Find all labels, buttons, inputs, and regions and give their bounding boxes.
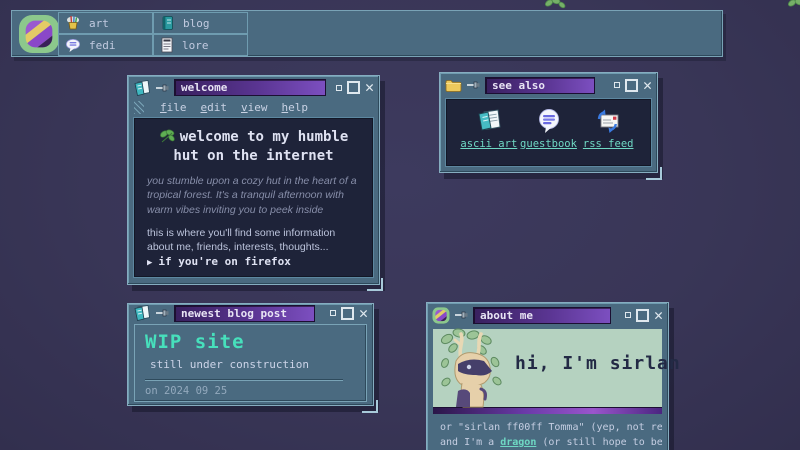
folder-icon <box>445 78 462 93</box>
window-newest-blog-post: newest blog post ✕ WIP site still under … <box>127 303 374 406</box>
speech-bubble-icon <box>65 38 81 53</box>
paint-cup-icon <box>65 15 81 31</box>
maximize-button[interactable] <box>341 307 354 320</box>
notepad-icon <box>133 304 151 322</box>
details-arrow-icon: ▶ <box>147 258 152 268</box>
see-also-titlebar[interactable]: see also ✕ <box>440 73 657 97</box>
pin-icon[interactable] <box>156 308 169 318</box>
leaf-decoration <box>786 0 800 11</box>
maximize-button[interactable] <box>636 309 649 322</box>
resize-handle[interactable] <box>646 167 662 180</box>
minimize-button[interactable] <box>330 310 336 316</box>
resize-handle[interactable] <box>367 278 383 291</box>
rss-feed-icon <box>595 108 622 134</box>
nav-link-label: fedi <box>89 39 116 52</box>
document-icon <box>160 37 174 53</box>
menu-help[interactable]: help <box>282 101 309 114</box>
about-line-1: or "sirlan ff00ff Tomma" (yep, not real … <box>440 420 655 435</box>
shortcut-label: rss feed <box>583 138 634 150</box>
welcome-flavor-text: you stumble upon a cozy hut in the heart… <box>147 174 360 218</box>
window-welcome: welcome ✕ file edit view help welcome to… <box>127 75 380 285</box>
welcome-titlebar[interactable]: welcome ✕ <box>128 76 379 99</box>
shortcut-rss-feed[interactable]: rss feed <box>578 108 638 161</box>
window-title: see also <box>485 77 595 94</box>
nav-link-label: lore <box>182 39 209 52</box>
window-title: welcome <box>174 79 326 96</box>
pin-icon[interactable] <box>455 310 468 320</box>
about-line-2: and I'm a dragon (or still hope to be on… <box>440 435 655 450</box>
welcome-content: welcome to my humble hut on the internet… <box>134 118 373 277</box>
dragon-link[interactable]: dragon <box>500 437 536 448</box>
pin-icon[interactable] <box>156 83 169 93</box>
leaf-icon <box>159 129 176 144</box>
notepad-icon <box>133 79 151 97</box>
site-nav-bar: art blog fedi <box>11 10 723 57</box>
welcome-menubar: file edit view help <box>128 99 379 116</box>
close-button[interactable]: ✕ <box>654 309 663 322</box>
site-logo[interactable] <box>18 14 60 54</box>
close-button[interactable]: ✕ <box>643 79 652 92</box>
about-banner: hi, I'm sirlan <box>433 329 662 407</box>
window-about-me: about me ✕ <box>426 302 669 450</box>
about-heading: hi, I'm sirlan <box>515 353 681 374</box>
blog-post-title: WIP site <box>145 331 356 353</box>
shortcut-guestbook[interactable]: guestbook <box>519 108 579 161</box>
nav-link-blog[interactable]: blog <box>153 12 248 34</box>
welcome-body-text: this is where you'll find some informati… <box>147 226 360 255</box>
site-logo-icon <box>432 307 450 324</box>
menu-file[interactable]: file <box>160 101 187 114</box>
notebook-icon <box>160 15 175 31</box>
close-button[interactable]: ✕ <box>365 81 374 94</box>
menu-edit[interactable]: edit <box>201 101 228 114</box>
maximize-button[interactable] <box>347 81 360 94</box>
about-line-2-pre: and I'm a <box>440 437 500 448</box>
minimize-button[interactable] <box>336 85 342 91</box>
dragon-avatar <box>435 327 509 409</box>
maximize-button[interactable] <box>625 79 638 92</box>
see-also-content: ascii art guestbook rss <box>446 99 651 166</box>
resize-handle[interactable] <box>362 400 378 413</box>
window-title: newest blog post <box>174 305 315 322</box>
blog-content: WIP site still under construction on 202… <box>134 324 367 402</box>
firefox-details-toggle[interactable]: ▶ if you're on firefox <box>147 255 360 268</box>
pin-icon[interactable] <box>467 80 480 90</box>
blog-post-subtitle: still under construction <box>150 358 356 371</box>
divider <box>145 379 343 381</box>
shortcut-ascii-art[interactable]: ascii art <box>459 108 519 161</box>
welcome-heading: welcome to my humble hut on the internet <box>147 128 360 166</box>
minimize-button[interactable] <box>625 312 631 318</box>
blog-titlebar[interactable]: newest blog post ✕ <box>128 304 373 322</box>
blog-post-date: on 2024 09 25 <box>145 385 356 397</box>
guestbook-icon <box>536 108 562 134</box>
menu-view[interactable]: view <box>241 101 268 114</box>
minimize-button[interactable] <box>614 82 620 88</box>
nav-link-lore[interactable]: lore <box>153 34 248 56</box>
close-button[interactable]: ✕ <box>359 307 368 320</box>
shortcut-label: guestbook <box>520 138 577 150</box>
nav-link-art[interactable]: art <box>58 12 153 34</box>
window-title: about me <box>473 307 611 324</box>
welcome-heading-text: welcome to my humble hut on the internet <box>173 129 348 164</box>
about-line-2-post: (or still hope to be one irl) <box>536 437 662 448</box>
nav-link-label: art <box>89 17 109 30</box>
details-label: if you're on firefox <box>158 255 290 268</box>
nav-link-fedi[interactable]: fedi <box>58 34 153 56</box>
menu-grip[interactable] <box>134 101 144 114</box>
ascii-art-icon <box>476 108 502 134</box>
window-see-also: see also ✕ ascii art <box>439 72 658 173</box>
shortcut-label: ascii art <box>460 138 517 150</box>
nav-link-label: blog <box>183 17 210 30</box>
about-titlebar[interactable]: about me ✕ <box>427 303 668 327</box>
about-text: or "sirlan ff00ff Tomma" (yep, not real … <box>433 414 662 450</box>
nav-links: art blog fedi <box>58 12 248 56</box>
